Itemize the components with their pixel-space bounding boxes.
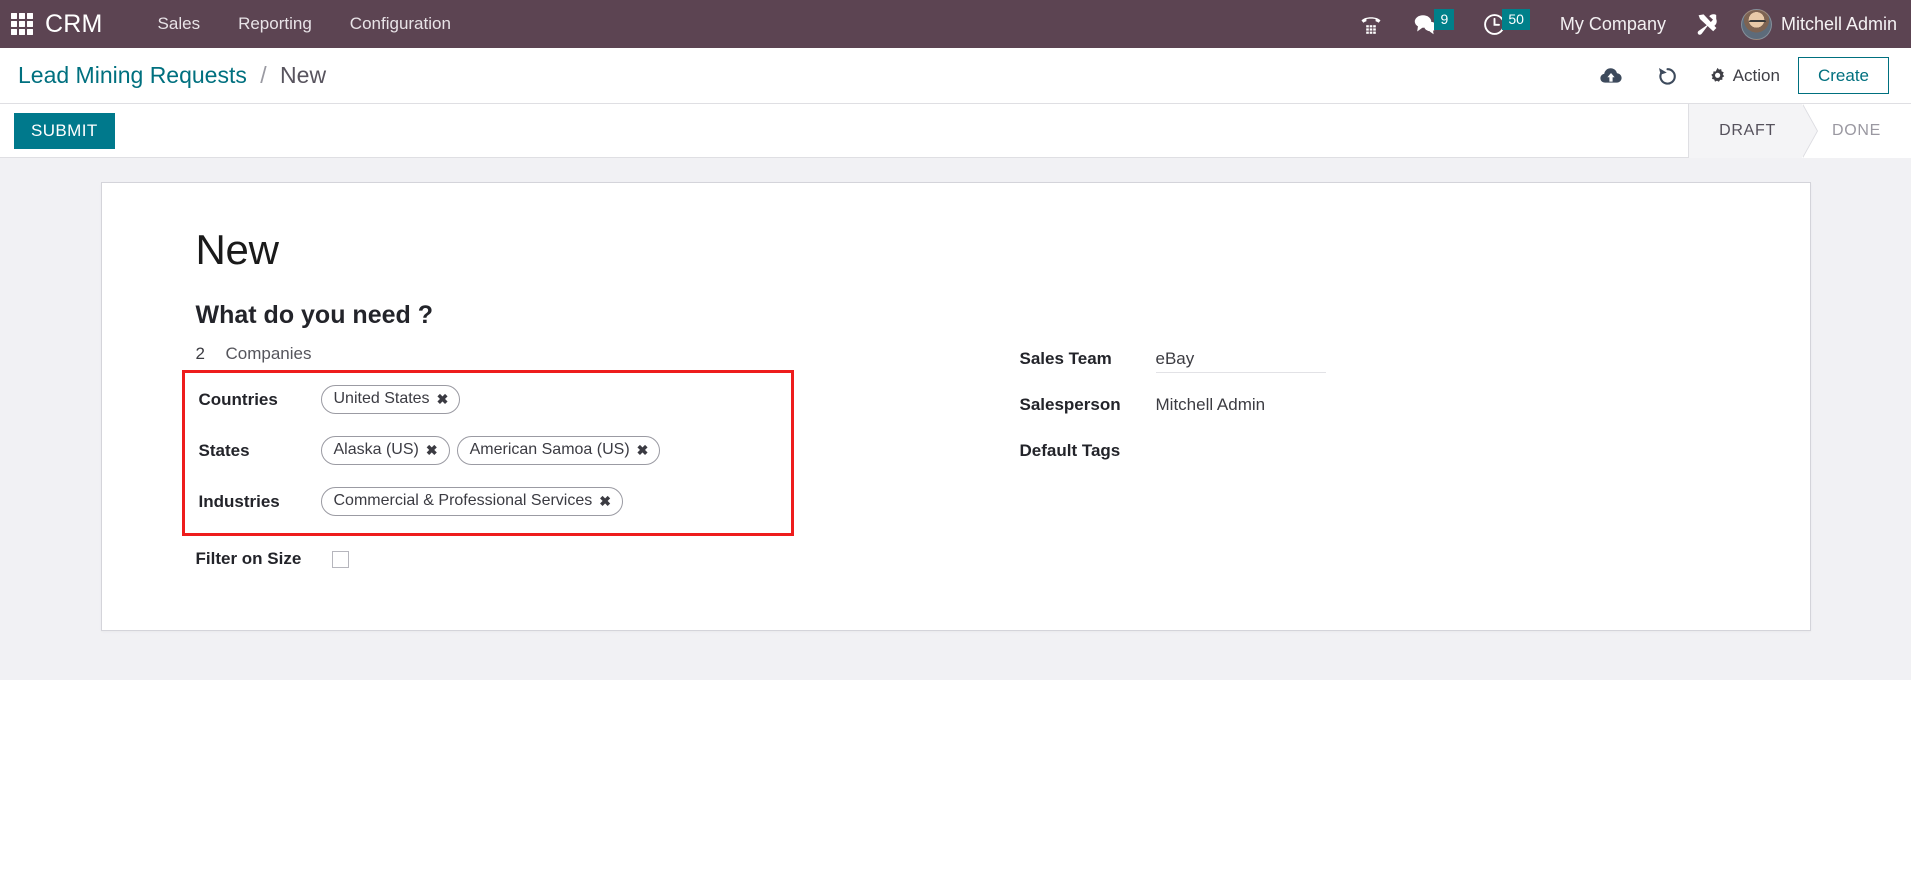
user-menu[interactable]: Mitchell Admin <box>1733 8 1897 40</box>
phone-dialpad-icon[interactable] <box>1344 0 1398 48</box>
page-title: New <box>195 226 279 273</box>
breadcrumb-current: New <box>280 62 327 88</box>
menu-configuration[interactable]: Configuration <box>331 0 470 48</box>
salesperson-value[interactable]: Mitchell Admin <box>1156 390 1266 415</box>
user-name: Mitchell Admin <box>1780 13 1897 34</box>
breadcrumb-separator: / <box>260 62 267 88</box>
tag-label: Alaska (US) <box>333 441 419 459</box>
close-icon[interactable]: ✖ <box>426 443 438 457</box>
status-step-draft[interactable]: DRAFT <box>1689 103 1818 158</box>
action-menu-button[interactable]: Action <box>1695 60 1798 92</box>
countries-tags[interactable]: United States ✖ <box>320 385 461 415</box>
breadcrumb: Lead Mining Requests / New <box>18 62 326 89</box>
navbar-right-group: 9 50 My Company Mitchell Admin <box>1344 0 1911 48</box>
tag-country[interactable]: United States ✖ <box>320 385 461 415</box>
form-left-column: 2 Companies Countries United States ✖ St… <box>148 344 948 590</box>
menu-sales[interactable]: Sales <box>139 0 220 48</box>
statusbar: DRAFT DONE <box>1688 103 1911 158</box>
label-sales-team: Sales Team <box>1019 349 1112 369</box>
label-salesperson: Salesperson <box>1019 395 1121 415</box>
tag-state[interactable]: Alaska (US) ✖ <box>320 436 450 466</box>
companies-count-value[interactable]: 2 <box>196 344 226 364</box>
create-button[interactable]: Create <box>1797 56 1889 95</box>
control-panel: Lead Mining Requests / New Action Create <box>0 48 1911 104</box>
breadcrumb-lead-mining-requests[interactable]: Lead Mining Requests <box>18 62 247 88</box>
status-step-done[interactable]: DONE <box>1801 103 1911 158</box>
filter-on-size-checkbox[interactable] <box>331 551 349 569</box>
wrench-screwdriver-icon[interactable] <box>1682 11 1733 38</box>
close-icon[interactable]: ✖ <box>599 494 611 508</box>
tag-label: United States <box>333 390 430 408</box>
companies-count-row: 2 Companies <box>196 344 948 364</box>
section-heading: What do you need ? <box>195 301 434 330</box>
company-switcher[interactable]: My Company <box>1544 14 1682 35</box>
app-brand-crm[interactable]: CRM <box>45 10 103 39</box>
field-row-sales-team: Sales Team eBay <box>1020 344 1668 378</box>
label-industries: Industries <box>198 492 280 512</box>
label-filter-on-size: Filter on Size <box>195 549 302 569</box>
field-row-salesperson: Salesperson Mitchell Admin <box>1020 390 1668 424</box>
content-area: New What do you need ? 2 Companies Count… <box>0 158 1911 680</box>
undo-arrow-icon[interactable] <box>1640 59 1695 93</box>
field-row-filter-on-size: Filter on Size <box>196 544 948 578</box>
messages-counter[interactable]: 9 <box>1398 0 1468 48</box>
tag-industry[interactable]: Commercial & Professional Services ✖ <box>320 487 623 517</box>
form-sheet: New What do you need ? 2 Companies Count… <box>100 182 1811 632</box>
action-label: Action <box>1732 65 1780 85</box>
top-navbar: CRM Sales Reporting Configuration 9 50 M… <box>0 0 1911 48</box>
filters-highlight-box: Countries United States ✖ States Alaska … <box>181 370 794 537</box>
activities-badge: 50 <box>1502 8 1530 30</box>
cloud-upload-icon[interactable] <box>1583 59 1640 93</box>
companies-count-label: Companies <box>225 344 312 364</box>
form-right-column: Sales Team eBay Salesperson Mitchell Adm… <box>948 344 1668 590</box>
tag-state[interactable]: American Samoa (US) ✖ <box>456 436 661 466</box>
apps-grid-icon[interactable] <box>11 13 33 35</box>
activities-counter[interactable]: 50 <box>1468 0 1544 48</box>
control-panel-actions: Action Create <box>1583 56 1889 95</box>
label-states: States <box>198 441 250 461</box>
industries-tags[interactable]: Commercial & Professional Services ✖ <box>320 487 623 517</box>
menu-reporting[interactable]: Reporting <box>219 0 331 48</box>
field-row-states: States Alaska (US) ✖ American Samoa (US)… <box>199 436 777 470</box>
form-columns: 2 Companies Countries United States ✖ St… <box>148 344 1764 590</box>
field-row-default-tags: Default Tags <box>1020 436 1668 470</box>
label-countries: Countries <box>198 390 278 410</box>
tag-label: Commercial & Professional Services <box>333 492 593 510</box>
states-tags[interactable]: Alaska (US) ✖ American Samoa (US) ✖ <box>320 436 661 466</box>
close-icon[interactable]: ✖ <box>637 443 649 457</box>
submit-button[interactable]: SUBMIT <box>14 112 115 149</box>
avatar <box>1740 8 1772 40</box>
tag-label: American Samoa (US) <box>469 441 630 459</box>
field-row-countries: Countries United States ✖ <box>199 385 777 419</box>
sales-team-value[interactable]: eBay <box>1155 344 1326 374</box>
close-icon[interactable]: ✖ <box>437 392 449 406</box>
label-default-tags: Default Tags <box>1019 441 1121 461</box>
messages-badge: 9 <box>1434 8 1455 30</box>
gear-icon <box>1709 67 1726 84</box>
field-row-industries: Industries Commercial & Professional Ser… <box>199 487 777 521</box>
statusbar-row: SUBMIT DRAFT DONE <box>0 103 1911 158</box>
